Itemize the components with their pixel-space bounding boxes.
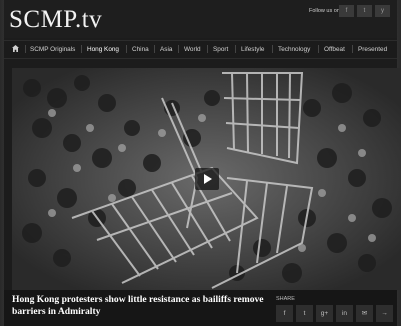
home-icon[interactable] — [12, 45, 19, 52]
share-facebook-icon[interactable]: f — [276, 305, 293, 322]
nav-sport[interactable]: Sport — [213, 41, 228, 58]
share-google-plus-icon[interactable]: g+ — [316, 305, 333, 322]
nav-divider — [178, 45, 179, 53]
share-twitter-icon[interactable]: t — [296, 305, 313, 322]
video-title[interactable]: Hong Kong protesters show little resista… — [12, 294, 282, 318]
nav-divider — [318, 45, 319, 53]
nav-hong-kong[interactable]: Hong Kong — [87, 41, 119, 58]
twitter-icon[interactable]: t — [357, 5, 372, 17]
nav-divider — [126, 45, 127, 53]
share-linkedin-icon[interactable]: in — [336, 305, 353, 322]
nav-scmp-originals[interactable]: SCMP Originals — [30, 41, 75, 58]
nav-divider — [235, 45, 236, 53]
facebook-icon[interactable]: f — [339, 5, 354, 17]
nav-offbeat[interactable]: Offbeat — [324, 41, 345, 58]
follow-us-text: Follow us on — [309, 8, 340, 14]
nav-divider — [81, 45, 82, 53]
nav-divider — [272, 45, 273, 53]
nav-presented[interactable]: Presented — [358, 41, 387, 58]
nav-divider — [25, 45, 26, 53]
share-email-icon[interactable]: ✉ — [356, 305, 373, 322]
share-label: SHARE — [276, 296, 295, 302]
share-more-icon[interactable]: → — [376, 305, 393, 322]
nav-asia[interactable]: Asia — [160, 41, 172, 58]
nav-china[interactable]: China — [132, 41, 149, 58]
nav-divider — [154, 45, 155, 53]
site-logo[interactable]: SCMP.tv — [9, 6, 102, 34]
play-icon — [204, 174, 212, 184]
youtube-icon[interactable]: y — [375, 5, 390, 17]
play-button[interactable] — [195, 168, 219, 190]
nav-divider — [207, 45, 208, 53]
nav-divider — [352, 45, 353, 53]
nav-lifestyle[interactable]: Lifestyle — [241, 41, 264, 58]
nav-world[interactable]: World — [184, 41, 201, 58]
nav-technology[interactable]: Technology — [278, 41, 310, 58]
